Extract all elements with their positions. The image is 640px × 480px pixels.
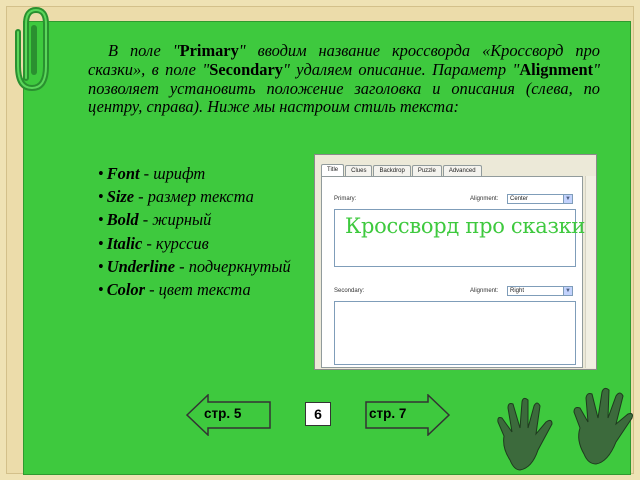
next-page-label[interactable]: стр. 7	[369, 406, 406, 421]
description-text: В поле "Primary" вводим название кроссво…	[88, 41, 600, 117]
list-item: Color - цвет текста	[98, 278, 291, 301]
secondary-input[interactable]	[334, 301, 576, 365]
tab-advanced[interactable]: Advanced	[442, 165, 482, 176]
title-panel: Primary: Alignment: Center ▼ Кроссворд п…	[321, 176, 585, 368]
page-number: 6	[305, 402, 331, 426]
list-item: Underline - подчеркнутый	[98, 255, 291, 278]
list-item: Size - размер текста	[98, 185, 291, 208]
secondary-keyword: Secondary	[209, 59, 283, 79]
list-item: Font - шрифт	[98, 162, 291, 185]
alignment-keyword: Alignment	[519, 59, 594, 79]
property-list: Font - шрифт Size - размер текста Bold -…	[98, 162, 291, 301]
paperclip-icon	[15, 6, 49, 92]
primary-alignment-label: Alignment:	[470, 196, 499, 202]
prev-page-label[interactable]: стр. 5	[204, 406, 241, 421]
secondary-alignment-label: Alignment:	[470, 288, 499, 294]
tab-backdrop[interactable]: Backdrop	[373, 165, 411, 176]
tab-puzzle[interactable]: Puzzle	[411, 165, 442, 176]
dropdown-arrow-icon[interactable]: ▼	[563, 195, 572, 203]
primary-label: Primary:	[334, 196, 357, 202]
secondary-alignment-select[interactable]: Right ▼	[507, 286, 573, 296]
tab-clues[interactable]: Clues	[345, 165, 373, 176]
primary-input[interactable]: Кроссворд про сказки	[334, 209, 585, 267]
embedded-screenshot: Title Clues Backdrop Puzzle Advanced Pri…	[314, 154, 597, 370]
secondary-label: Secondary:	[334, 288, 365, 294]
primary-text: Кроссворд про сказки	[345, 214, 586, 238]
primary-keyword: Primary	[179, 41, 239, 60]
tab-title[interactable]: Title	[321, 164, 345, 176]
primary-alignment-select[interactable]: Center ▼	[507, 194, 573, 204]
scrollbar[interactable]	[585, 176, 596, 368]
list-item: Bold - жирный	[98, 208, 291, 231]
list-item: Italic - курссив	[98, 232, 291, 255]
hands-icon	[497, 387, 633, 471]
dropdown-arrow-icon[interactable]: ▼	[563, 287, 572, 295]
